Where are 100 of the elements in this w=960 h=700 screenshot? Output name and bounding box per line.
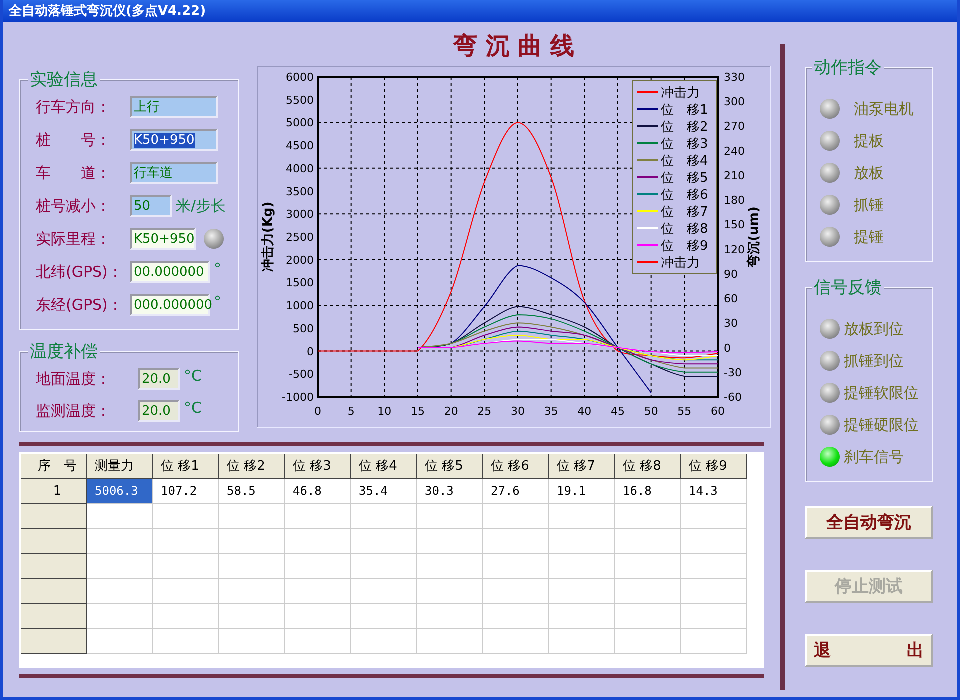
input-field[interactable]: K50+950 — [130, 129, 218, 151]
legend-label: 位 移9 — [661, 239, 708, 254]
legend-label: 位 移2 — [661, 120, 708, 135]
field-label: 桩号减小： — [36, 196, 112, 216]
field-label: 行车方向： — [36, 98, 112, 116]
field-value: 行车道 — [134, 165, 173, 182]
table-cell — [285, 529, 351, 554]
input-field[interactable]: 20.0 — [138, 368, 180, 390]
table-cell: 19.1 — [549, 479, 615, 504]
right-tick-label: 150 — [724, 218, 745, 232]
table-cell: 107.2 — [153, 479, 219, 504]
group-title: 动作指令 — [812, 56, 884, 79]
table-cell — [615, 579, 681, 604]
x-tick-label: 45 — [611, 405, 625, 418]
field-value: 00.000000 — [134, 264, 204, 280]
input-field[interactable]: 50 — [130, 195, 172, 217]
y-tick-label: 2000 — [286, 254, 314, 267]
table-cell — [285, 629, 351, 654]
table-cell: 35.4 — [351, 479, 417, 504]
table-cell — [681, 529, 747, 554]
unit-label: ° — [214, 293, 222, 311]
table-cell — [417, 554, 483, 579]
table-cell — [483, 504, 549, 529]
right-tick-label: 210 — [724, 169, 745, 182]
y-tick-label: 5000 — [286, 116, 314, 130]
row-header — [21, 504, 87, 529]
window-title: 全自动落锤式弯沉仪(多点V4.22) — [9, 2, 206, 20]
indicator-label: 提锤软限位 — [844, 384, 919, 402]
action-button[interactable]: 退 出 — [805, 634, 933, 667]
field-value: K50+950 — [134, 232, 195, 246]
table-cell — [351, 579, 417, 604]
legend-label: 位 移3 — [661, 137, 708, 152]
table-cell — [549, 554, 615, 579]
indicator-label: 提板 — [854, 132, 884, 150]
table-cell — [87, 504, 153, 529]
chart-title: 弯 沉 曲 线 — [453, 31, 575, 62]
table-cell — [681, 579, 747, 604]
column-header: 位 移9 — [681, 454, 747, 479]
unit-label: °C — [184, 367, 202, 385]
table-cell — [483, 629, 549, 654]
input-field[interactable]: K50+950 — [130, 228, 196, 250]
x-tick-label: 5 — [348, 405, 355, 418]
table-cell — [285, 504, 351, 529]
field-value: 20.0 — [142, 404, 171, 418]
table-cell — [351, 504, 417, 529]
table-cell — [549, 504, 615, 529]
table-cell — [549, 629, 615, 654]
table-cell — [483, 554, 549, 579]
indicator-label: 抓锤 — [854, 196, 884, 214]
x-tick-label: 40 — [578, 405, 592, 418]
column-header: 测量力 — [87, 454, 153, 479]
table-cell — [681, 554, 747, 579]
right-tick-label: 30 — [724, 317, 738, 330]
x-tick-label: 35 — [544, 405, 558, 418]
legend-label: 位 移6 — [661, 188, 708, 203]
column-header: 位 移7 — [549, 454, 615, 479]
column-header: 位 移4 — [351, 454, 417, 479]
field-value: 50 — [134, 198, 151, 214]
table-cell — [153, 529, 219, 554]
row-header — [21, 629, 87, 654]
right-tick-label: 0 — [724, 342, 731, 355]
right-tick-label: 330 — [724, 71, 745, 84]
column-header: 位 移1 — [153, 454, 219, 479]
input-field[interactable]: 行车道 — [130, 162, 218, 184]
table-cell — [549, 529, 615, 554]
row-header — [21, 604, 87, 629]
row-header — [21, 554, 87, 579]
field-label: 北纬(GPS)： — [36, 262, 124, 282]
input-field[interactable]: 000.000000 — [130, 294, 210, 316]
indicator-label: 放板到位 — [844, 320, 904, 338]
right-tick-label: 300 — [724, 96, 745, 109]
input-field[interactable]: 20.0 — [138, 400, 180, 422]
row-header: 1 — [21, 479, 87, 504]
field-value: K50+950 — [134, 132, 195, 148]
column-header: 位 移8 — [615, 454, 681, 479]
field-label: 车 道： — [36, 164, 112, 182]
table-cell — [615, 504, 681, 529]
x-tick-label: 50 — [644, 405, 658, 418]
action-button[interactable]: 全自动弯沉 — [805, 506, 933, 539]
right-axis-title: 弯沉(um) — [747, 206, 762, 268]
x-tick-label: 0 — [314, 405, 322, 418]
table-cell — [549, 604, 615, 629]
table-cell — [219, 629, 285, 654]
table-cell: 16.8 — [615, 479, 681, 504]
input-field[interactable]: 00.000000 — [130, 261, 210, 283]
input-field[interactable]: 上行 — [130, 96, 218, 118]
right-tick-label: -30 — [724, 366, 742, 380]
table-cell — [417, 604, 483, 629]
x-tick-label: 30 — [511, 405, 525, 418]
table-cell: 46.8 — [285, 479, 351, 504]
legend-label: 位 移4 — [661, 154, 708, 169]
legend-label: 冲击力 — [661, 86, 700, 101]
table-cell — [87, 579, 153, 604]
y-axis-title: 冲击力(Kg) — [261, 202, 276, 272]
table-cell — [549, 579, 615, 604]
y-tick-label: 5500 — [286, 94, 314, 107]
unit-label: 米/步长 — [176, 196, 226, 216]
table-cell — [417, 579, 483, 604]
table-cell — [417, 504, 483, 529]
indicator-label: 放板 — [854, 164, 884, 182]
